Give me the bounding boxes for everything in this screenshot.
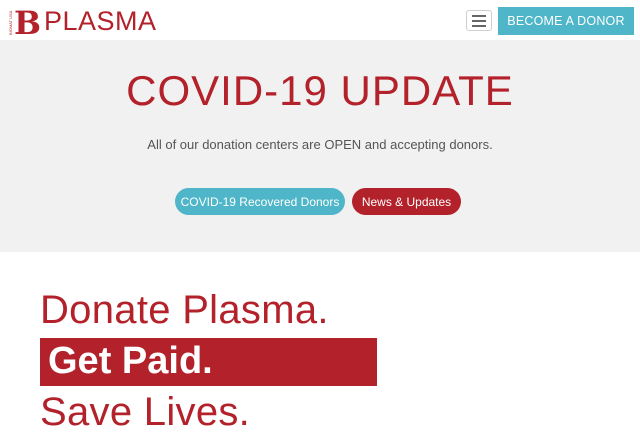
site-logo[interactable]: B BIOMAT USA PLASMA [6,4,176,38]
banner-subtitle: All of our donation centers are OPEN and… [147,137,493,152]
news-updates-button[interactable]: News & Updates [352,188,461,215]
hamburger-menu-icon[interactable] [466,10,492,31]
site-header: B BIOMAT USA PLASMA BECOME A DONOR [0,0,640,40]
logo-text: PLASMA [44,5,157,36]
menu-bar-line [472,14,486,17]
menu-bar-line [472,24,486,27]
logo-mark: B BIOMAT USA [6,4,40,38]
hero-headline-save-lives: Save Lives. [40,390,251,434]
become-a-donor-button[interactable]: BECOME A DONOR [498,7,634,35]
svg-text:B: B [14,4,40,38]
hero-headline-donate: Donate Plasma. [40,288,329,332]
covid-recovered-donors-button[interactable]: COVID-19 Recovered Donors [175,188,345,215]
covid-update-banner: COVID-19 UPDATE All of our donation cent… [0,40,640,252]
hero-headline-get-paid: Get Paid. [48,340,213,382]
banner-title: COVID-19 UPDATE [126,67,514,114]
svg-text:BIOMAT USA: BIOMAT USA [8,10,13,35]
menu-bar-line [472,19,486,22]
